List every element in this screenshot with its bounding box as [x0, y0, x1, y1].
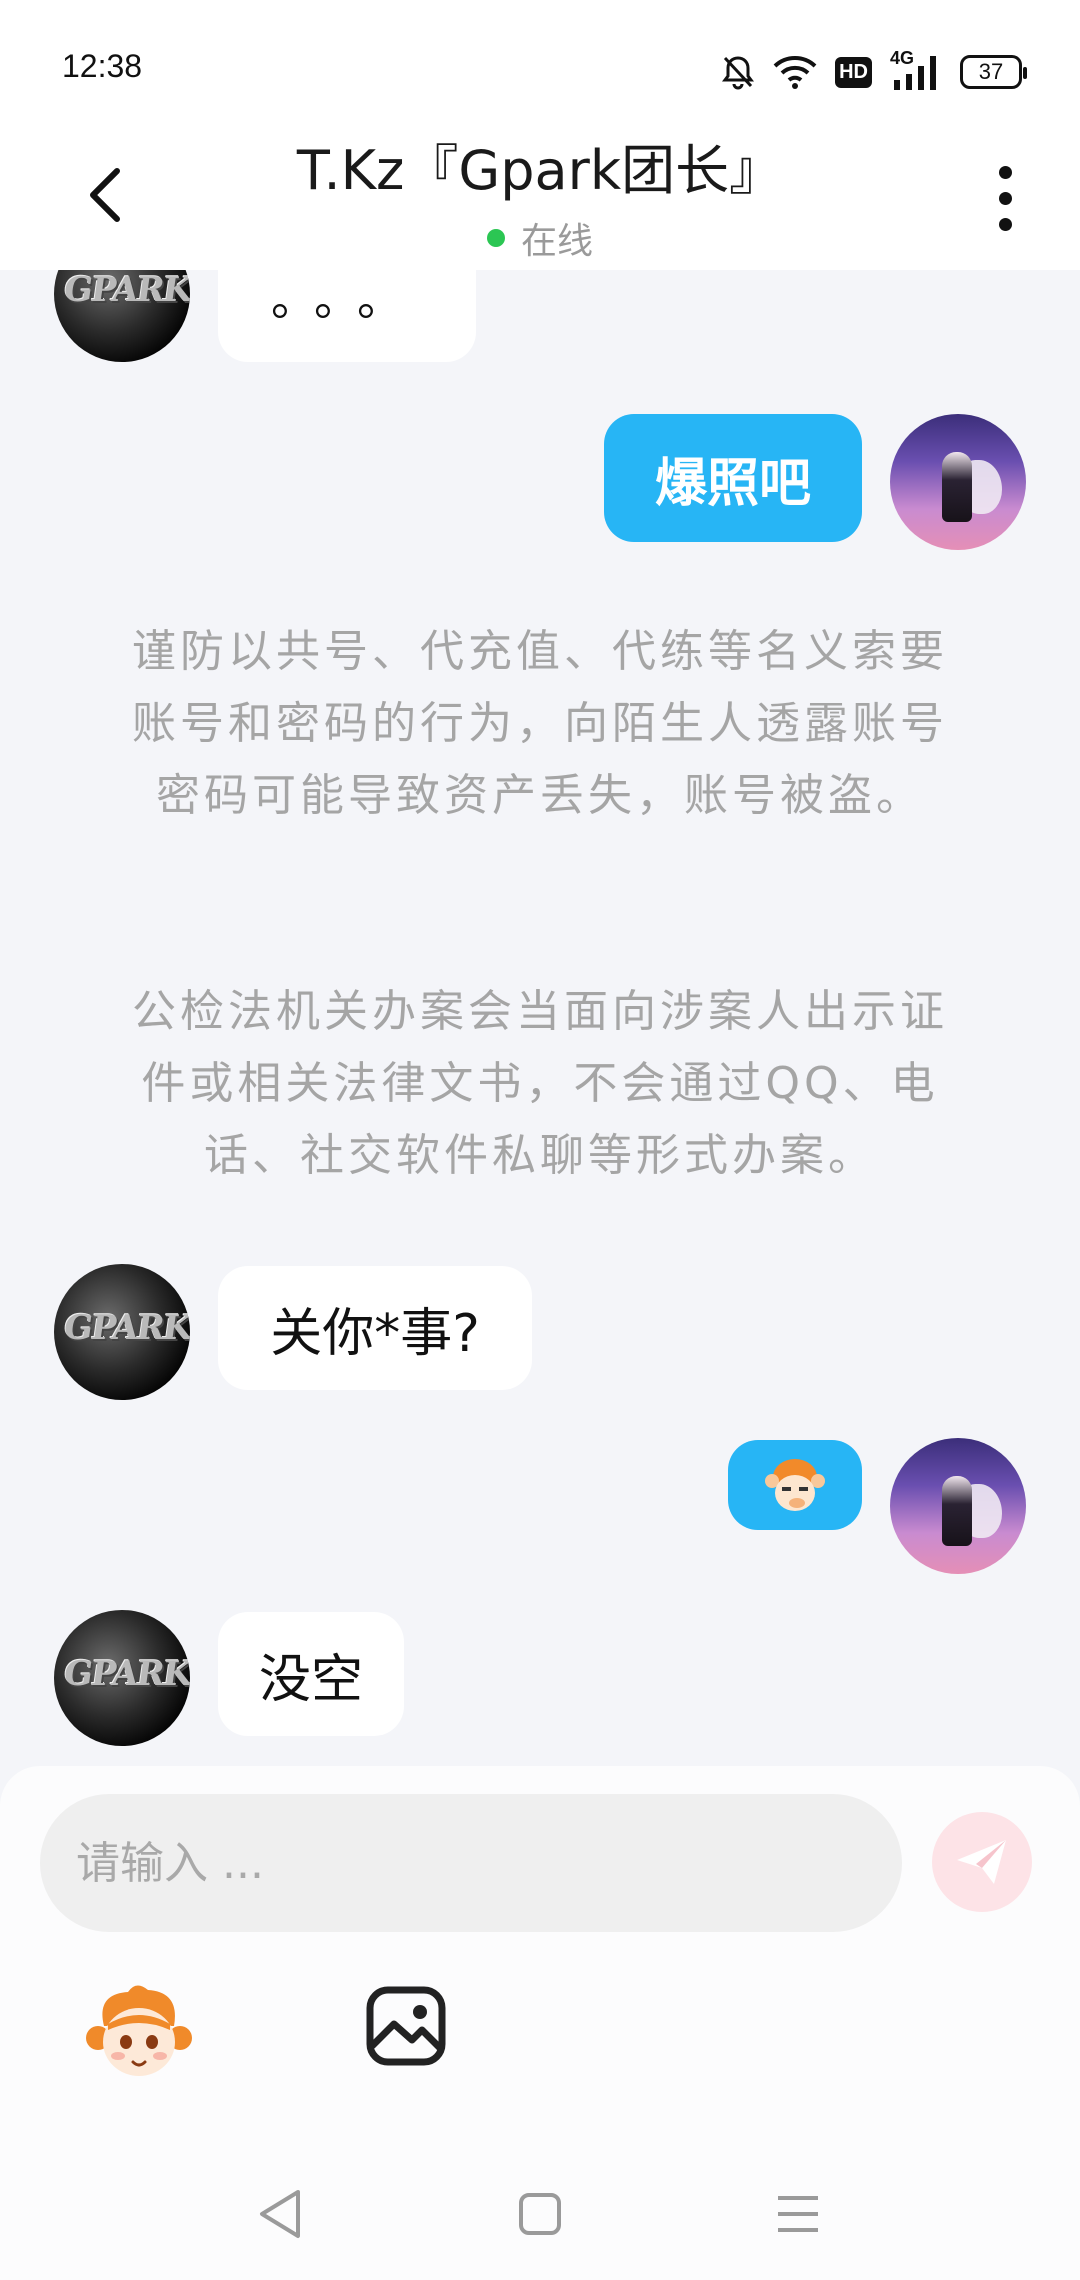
emoji-button[interactable] — [84, 1976, 194, 2086]
bell-off-icon — [721, 54, 755, 90]
message-bubble-peer[interactable]: 。。。 — [218, 270, 476, 362]
nav-home-button[interactable] — [510, 2184, 570, 2244]
more-dot — [998, 165, 1012, 179]
avatar-figure — [942, 1476, 972, 1546]
self-avatar[interactable] — [890, 1438, 1026, 1574]
message-bubble-peer[interactable]: 关你*事? — [218, 1266, 532, 1390]
gpark-logo: GPARK — [61, 270, 190, 310]
peer-avatar[interactable]: GPARK — [54, 270, 190, 362]
peer-avatar[interactable]: GPARK — [54, 1610, 190, 1746]
emoji-icon — [86, 1985, 192, 2076]
gpark-logo: GPARK — [61, 1654, 190, 1694]
send-button[interactable] — [932, 1812, 1032, 1912]
message-input[interactable] — [40, 1794, 902, 1932]
signal-icon: 4G — [890, 48, 942, 92]
battery-icon: 37 — [960, 55, 1027, 89]
online-status: 在线 — [0, 212, 1080, 264]
home-square-icon — [519, 2193, 561, 2235]
message-bubble-peer[interactable]: 没空 — [218, 1612, 404, 1736]
safety-notice-paragraph-1: 谨防以共号、代充值、代练等名义索要账号和密码的行为，向陌生人透露账号密码可能导致… — [132, 626, 948, 821]
back-triangle-icon — [260, 2190, 300, 2238]
peer-avatar[interactable]: GPARK — [54, 1264, 190, 1400]
nav-recents-button[interactable] — [768, 2184, 828, 2244]
avatar-figure — [942, 452, 972, 522]
image-button[interactable] — [364, 1984, 448, 2068]
chat-header: T.Kz『Gpark团长』 在线 — [0, 120, 1080, 270]
system-navigation-bar — [0, 2150, 1080, 2280]
self-avatar[interactable] — [890, 414, 1026, 550]
wifi-icon — [773, 55, 817, 89]
contact-name: T.Kz『Gpark团长』 — [296, 139, 784, 202]
nav-back-button[interactable] — [250, 2184, 310, 2244]
online-dot-icon — [486, 229, 505, 247]
image-icon — [366, 1986, 446, 2066]
monkey-sticker-icon — [765, 1459, 825, 1511]
message-bubble-self[interactable]: 爆照吧 — [604, 414, 862, 542]
status-time: 12:38 — [62, 48, 143, 84]
more-options-button[interactable] — [970, 148, 1040, 248]
status-bar: 12:38 HD 4G 37 — [0, 0, 1080, 120]
safety-notice-paragraph-2: 公检法机关办案会当面向涉案人出示证件或相关法律文书，不会通过QQ、电话、社交软件… — [132, 986, 948, 1181]
menu-lines-icon — [778, 2196, 818, 2232]
more-dot — [998, 217, 1012, 231]
chat-message-list[interactable]: GPARK 。。。 爆照吧 谨防以共号、代充值、代练等名义索要账号和密码的行为，… — [0, 270, 1080, 1770]
status-icons: HD 4G 37 — [721, 48, 1027, 94]
send-icon — [957, 1840, 1006, 1884]
message-bubble-self-sticker[interactable] — [728, 1440, 862, 1530]
more-dot — [998, 191, 1012, 205]
hd-icon: HD — [835, 56, 872, 88]
gpark-logo: GPARK — [61, 1308, 190, 1348]
online-status-label: 在线 — [520, 221, 593, 262]
